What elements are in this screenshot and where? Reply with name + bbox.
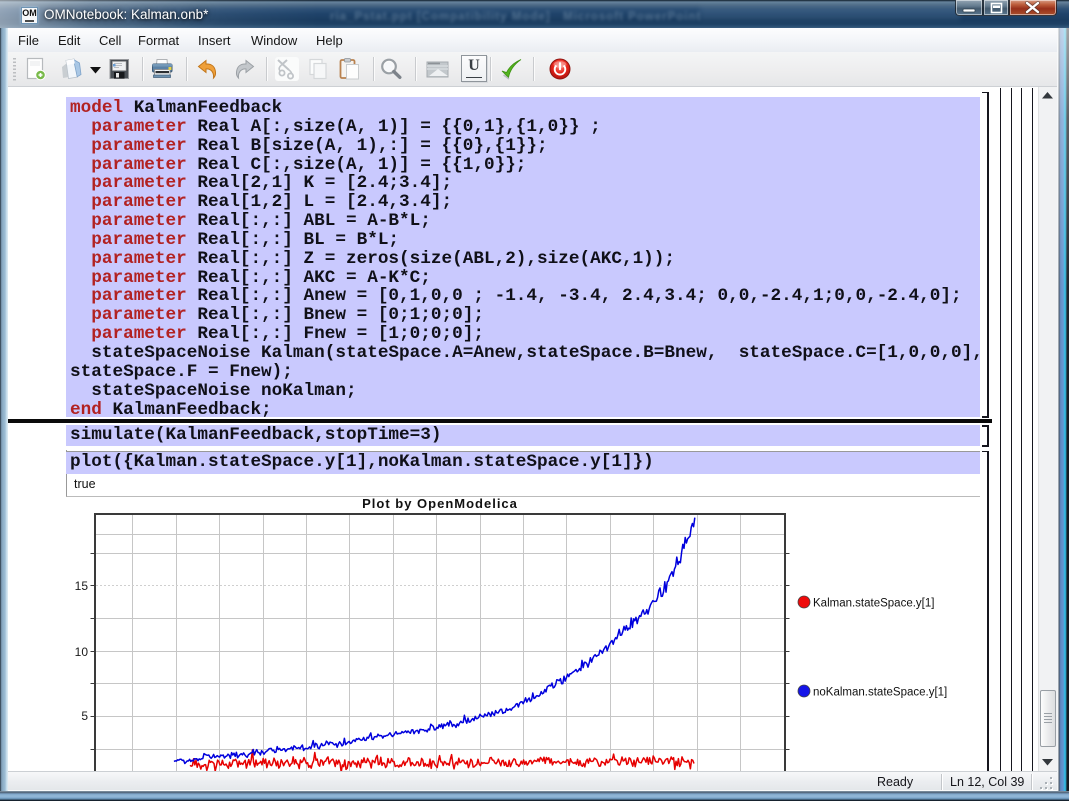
svg-text:15: 15 <box>75 579 89 593</box>
svg-text:Plot by OpenModelica: Plot by OpenModelica <box>362 496 518 511</box>
svg-text:5: 5 <box>81 709 88 723</box>
svg-text:noKalman.stateSpace.y[1]: noKalman.stateSpace.y[1] <box>813 687 947 699</box>
svg-text:10: 10 <box>75 645 89 659</box>
svg-text:Kalman.stateSpace.y[1]: Kalman.stateSpace.y[1] <box>813 598 934 610</box>
